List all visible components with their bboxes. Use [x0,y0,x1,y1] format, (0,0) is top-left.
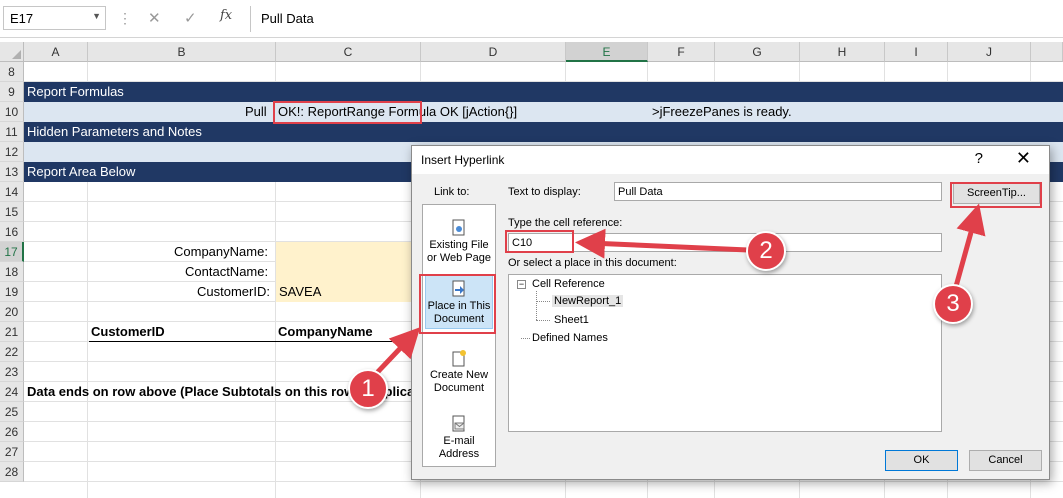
row-header-22[interactable]: 22 [0,342,24,362]
formula-highlight-box [273,101,422,124]
cell-reference-label: Type the cell reference: [508,217,623,229]
screentip-highlight [950,182,1042,208]
row-header-26[interactable]: 26 [0,422,24,442]
text-to-display-label: Text to display: [508,186,581,198]
row-header-19[interactable]: 19 [0,282,24,302]
header-underline [89,341,420,342]
hidden-params-band: Hidden Parameters and Notes [24,122,1063,142]
annotation-badge-3: 3 [933,284,973,324]
column-header-f[interactable]: F [648,42,715,62]
row-header-27[interactable]: 27 [0,442,24,462]
tree-cell-reference[interactable]: Cell Reference [532,278,605,290]
row-header-23[interactable]: 23 [0,362,24,382]
cell-reference-highlight [505,230,574,253]
header-customerid: CustomerID [91,324,165,339]
link-email-line1: E-mail [443,435,475,447]
formula-input[interactable]: Pull Data [250,6,1060,32]
tree-connector [521,338,530,339]
chevron-down-icon[interactable]: ▼ [92,11,101,21]
link-to-label: Link to: [434,186,470,198]
link-email-line2: Address [438,448,480,460]
row10-band [24,102,1063,122]
column-header-g[interactable]: G [715,42,800,62]
link-create-line1: Create New [429,369,489,381]
insert-function-icon[interactable]: fx [220,8,232,23]
formula-bar-grip-icon: ⋮ [118,10,132,26]
row-header-11[interactable]: 11 [0,122,24,142]
column-header-d[interactable]: D [421,42,566,62]
email-icon [452,415,465,432]
text-to-display-input[interactable]: Pull Data [614,182,942,201]
row-header-28[interactable]: 28 [0,462,24,482]
row10-freeze-status: >jFreezePanes is ready. [652,104,792,119]
gridline-row [24,481,1063,482]
link-existing-line1: Existing File [429,239,489,251]
link-existing-file[interactable]: Existing File or Web Page [425,215,493,265]
column-header-c[interactable]: C [276,42,421,62]
place-in-document-label: Or select a place in this document: [508,257,677,269]
tree-defined-names[interactable]: Defined Names [532,332,608,344]
enter-check-icon[interactable]: ✓ [184,9,197,27]
link-create-line2: Document [433,382,485,394]
place-in-document-highlight [419,274,496,334]
row-header-12[interactable]: 12 [0,142,24,162]
column-header-j[interactable]: J [948,42,1031,62]
existing-file-icon [452,219,465,236]
customer-id-label: CustomerID: [197,284,270,299]
ok-button[interactable]: OK [885,450,958,471]
dialog-titlebar: Insert Hyperlink ? ✕ [412,146,1049,174]
row-header-21[interactable]: 21 [0,322,24,342]
collapse-toggle-icon[interactable]: − [517,280,526,289]
tree-item-sheet1[interactable]: Sheet1 [552,314,591,326]
row10-pull-label: Pull [245,104,267,119]
formula-bar: E17 ▼ ⋮ ✕ ✓ fx Pull Data [0,0,1063,38]
report-formulas-band: Report Formulas [24,82,1063,102]
place-tree[interactable]: − Cell Reference NewReport_1 Sheet1 Defi… [508,274,942,432]
cancel-icon[interactable]: ✕ [148,9,161,27]
tree-connector [536,291,537,320]
annotation-badge-2: 2 [746,231,786,271]
name-box-value: E17 [10,11,34,26]
column-header-e[interactable]: E [566,42,648,62]
close-icon[interactable]: ✕ [1016,148,1031,169]
row-header-17[interactable]: 17 [0,242,24,262]
row-header-8[interactable]: 8 [0,62,24,82]
contact-name-input[interactable] [276,262,420,282]
column-header-overflow[interactable] [1031,42,1063,62]
tree-connector [536,320,550,321]
row-header-16[interactable]: 16 [0,222,24,242]
column-header-b[interactable]: B [88,42,276,62]
row-header-9[interactable]: 9 [0,82,24,102]
name-box[interactable]: E17 ▼ [3,6,106,30]
row-header-13[interactable]: 13 [0,162,24,182]
link-to-panel: Existing File or Web Page Place in This … [422,204,496,467]
tree-connector [536,301,550,302]
row-header-10[interactable]: 10 [0,102,24,122]
header-companyname: CompanyName [278,324,373,339]
annotation-badge-1: 1 [348,369,388,409]
row-header-15[interactable]: 15 [0,202,24,222]
create-new-icon [452,350,466,367]
select-all-corner[interactable] [0,42,24,62]
company-name-label: CompanyName: [174,244,268,259]
link-create-new[interactable]: Create New Document [425,345,493,395]
customer-id-value: SAVEA [279,284,322,299]
column-header-h[interactable]: H [800,42,885,62]
column-header-a[interactable]: A [24,42,88,62]
tree-item-newreport[interactable]: NewReport_1 [552,295,624,307]
help-icon[interactable]: ? [975,150,983,167]
row-header-14[interactable]: 14 [0,182,24,202]
column-header-i[interactable]: I [885,42,948,62]
contact-name-label: ContactName: [185,264,269,279]
cancel-button[interactable]: Cancel [969,450,1042,471]
row-header-25[interactable]: 25 [0,402,24,422]
company-name-input[interactable] [276,242,420,262]
link-email[interactable]: E-mail Address [425,411,493,461]
dialog-title: Insert Hyperlink [421,153,505,167]
row-header-18[interactable]: 18 [0,262,24,282]
row-header-20[interactable]: 20 [0,302,24,322]
link-existing-line2: or Web Page [426,252,491,264]
row-header-24[interactable]: 24 [0,382,24,402]
